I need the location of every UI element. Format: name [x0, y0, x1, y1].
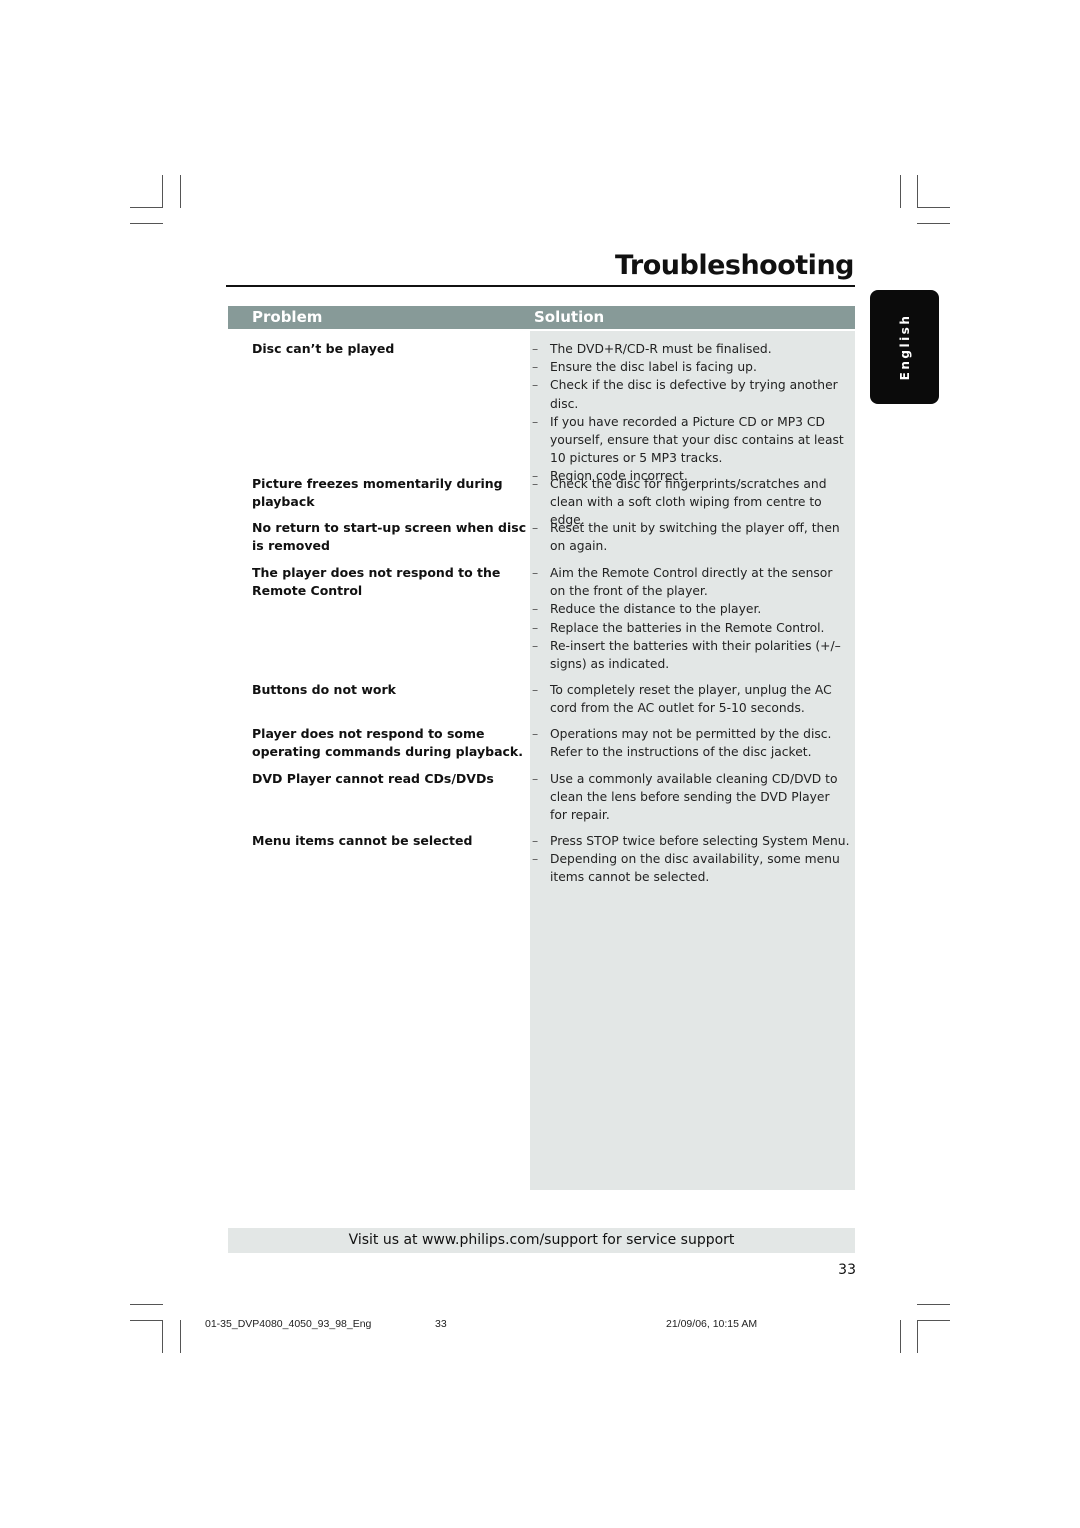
language-tab-label: English — [897, 313, 912, 381]
solution-text: Ensure the disc label is facing up. — [550, 360, 757, 375]
crop-mark — [900, 1320, 901, 1353]
solution-item: – Aim the Remote Control directly at the … — [530, 564, 850, 600]
solution-item: – Press STOP twice before selecting Syste… — [530, 832, 850, 850]
support-text: Visit us at www.philips.com/support for … — [348, 1232, 735, 1248]
crop-mark — [917, 223, 950, 224]
crop-mark — [130, 1320, 163, 1321]
solution-text: Press STOP twice before selecting System… — [550, 834, 850, 848]
solution-list: – To completely reset the player, unplug … — [530, 681, 850, 717]
solution-text: Reduce the distance to the player. — [550, 602, 762, 617]
solution-text: Depending on the disc availability, some… — [550, 852, 840, 885]
crop-mark — [917, 207, 950, 208]
solution-list: – Reset the unit by switching the player … — [530, 519, 850, 555]
page-number: 33 — [838, 1262, 856, 1278]
solution-item: – Check if the disc is defective by tryin… — [530, 376, 850, 412]
crop-mark — [917, 1320, 950, 1321]
dash-bullet: – — [532, 360, 539, 375]
solution-item: – Re-insert the batteries with their pola… — [530, 637, 850, 673]
crop-mark — [917, 175, 918, 208]
dash-bullet: – — [532, 620, 539, 635]
crop-mark — [900, 175, 901, 208]
problem-text: Buttons do not work — [252, 682, 396, 697]
dash-bullet: – — [532, 521, 539, 535]
header-solution: Solution — [534, 308, 605, 326]
solution-text: The DVD+R/CD-R must be finalised. — [550, 342, 772, 356]
crop-mark — [917, 1320, 918, 1353]
dash-bullet: – — [532, 566, 539, 580]
problem-text: Picture freezes momentarily during playb… — [252, 476, 503, 509]
dash-bullet: – — [532, 342, 539, 356]
solution-item: – Operations may not be permitted by the … — [530, 725, 850, 761]
solution-item: – Use a commonly available cleaning CD/DV… — [530, 770, 850, 825]
solution-text: Aim the Remote Control directly at the s… — [550, 566, 833, 599]
crop-mark — [162, 1320, 163, 1353]
dash-bullet: – — [532, 477, 539, 491]
solution-text: Reset the unit by switching the player o… — [550, 521, 840, 554]
crop-mark — [130, 223, 163, 224]
solution-item: – Reduce the distance to the player. — [530, 600, 850, 618]
solution-item: – Depending on the disc availability, som… — [530, 850, 850, 886]
crop-mark — [162, 175, 163, 208]
header-problem: Problem — [252, 308, 323, 326]
problem-text: DVD Player cannot read CDs/DVDs — [252, 771, 494, 786]
solution-list: – The DVD+R/CD-R must be finalised. – Ensur… — [530, 340, 850, 486]
problem-text: Menu items cannot be selected — [252, 833, 473, 848]
solution-list: – Press STOP twice before selecting Syste… — [530, 832, 850, 887]
solution-list: – Aim the Remote Control directly at the … — [530, 564, 850, 673]
crop-mark — [180, 175, 181, 208]
solution-list: – Use a commonly available cleaning CD/DV… — [530, 770, 850, 825]
support-banner: Visit us at www.philips.com/support for … — [228, 1228, 855, 1253]
table-header: Problem Solution — [228, 306, 855, 329]
solution-text: Check if the disc is defective by trying… — [550, 378, 838, 411]
solution-item: – Ensure the disc label is facing up. — [530, 358, 850, 376]
crop-mark — [180, 1320, 181, 1353]
print-filename: 01-35_DVP4080_4050_93_98_Eng — [205, 1318, 372, 1330]
solution-item: – Replace the batteries in the Remote Con… — [530, 619, 850, 637]
solution-item: – If you have recorded a Picture CD or MP… — [530, 413, 850, 468]
dash-bullet: – — [532, 602, 539, 617]
dash-bullet: – — [532, 378, 539, 393]
dash-bullet: – — [532, 834, 539, 848]
problem-text: The player does not respond to the Remot… — [252, 565, 501, 598]
page-title: Troubleshooting — [614, 250, 855, 281]
solution-text: Replace the batteries in the Remote Cont… — [550, 620, 825, 635]
dash-bullet: – — [532, 638, 539, 653]
problem-text: Disc can’t be played — [252, 341, 395, 356]
solution-text: Operations may not be permitted by the d… — [550, 727, 832, 760]
title-rule — [226, 285, 855, 287]
crop-mark — [130, 1304, 163, 1305]
solution-text: Re-insert the batteries with their polar… — [550, 638, 841, 672]
solution-text: To completely reset the player, unplug t… — [550, 683, 832, 716]
dash-bullet: – — [532, 852, 539, 867]
print-page: 33 — [435, 1318, 447, 1330]
solution-text: Use a commonly available cleaning CD/DVD… — [550, 772, 838, 823]
problem-text: Player does not respond to some operatin… — [252, 726, 523, 759]
solution-item: – The DVD+R/CD-R must be finalised. — [530, 340, 850, 358]
problem-text: No return to start-up screen when disc i… — [252, 520, 527, 553]
solution-text: If you have recorded a Picture CD or MP3… — [550, 414, 844, 466]
print-datetime: 21/09/06, 10:15 AM — [666, 1318, 758, 1330]
crop-mark — [130, 207, 163, 208]
dash-bullet: – — [532, 683, 539, 697]
language-tab: English — [870, 290, 939, 404]
dash-bullet: – — [532, 727, 539, 741]
dash-bullet: – — [532, 772, 539, 786]
dash-bullet: – — [532, 414, 539, 429]
solution-item: – Reset the unit by switching the player … — [530, 519, 850, 555]
solution-item: – To completely reset the player, unplug … — [530, 681, 850, 717]
solution-list: – Operations may not be permitted by the … — [530, 725, 850, 761]
crop-mark — [917, 1304, 950, 1305]
